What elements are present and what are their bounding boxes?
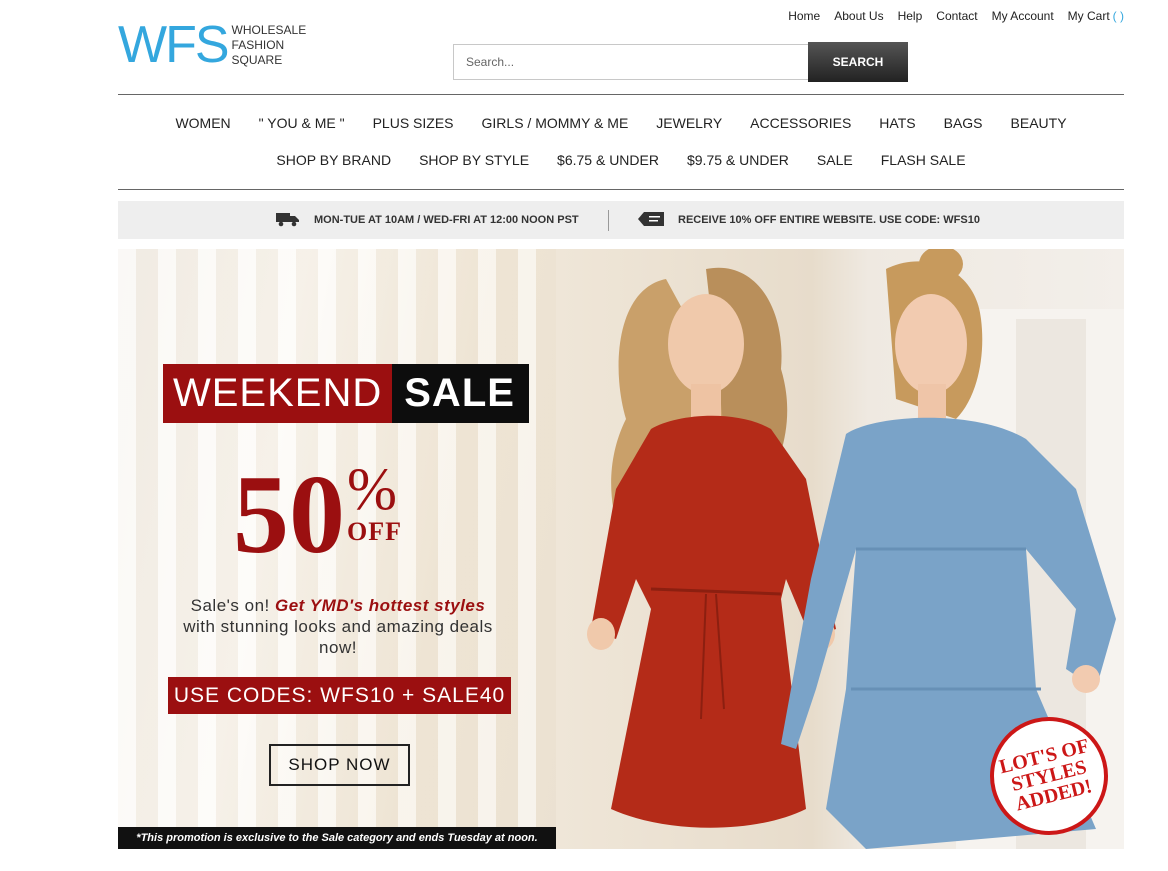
- nav-under-975[interactable]: $9.75 & UNDER: [687, 152, 789, 168]
- promo-disclaimer: *This promotion is exclusive to the Sale…: [118, 827, 556, 849]
- logo-line: SQUARE: [231, 52, 283, 67]
- nav-you-and-me[interactable]: " YOU & ME ": [259, 115, 345, 131]
- nav-plus-sizes[interactable]: PLUS SIZES: [373, 115, 454, 131]
- nav-shop-by-style[interactable]: SHOP BY STYLE: [419, 152, 529, 168]
- weekend-sale-heading: WEEKEND SALE: [163, 364, 529, 423]
- logo-line: WHOLESALE: [231, 22, 307, 37]
- cart-count: ( ): [1112, 9, 1124, 23]
- logo-line: FASHION: [231, 37, 285, 52]
- info-divider: [608, 210, 609, 231]
- top-links: Home About Us Help Contact My Account My…: [788, 9, 1124, 23]
- shipping-info: MON-TUE AT 10AM / WED-FRI AT 12:00 NOON …: [276, 211, 579, 230]
- home-link[interactable]: Home: [788, 9, 820, 23]
- percent-suffix: % OFF: [347, 459, 402, 545]
- tagline-end: with stunning looks and amazing deals no…: [183, 617, 493, 657]
- off-label: OFF: [347, 517, 402, 546]
- promo-tagline: Sale's on! Get YMD's hottest styles with…: [178, 595, 498, 658]
- logo-text: WHOLESALE FASHION SQUARE: [232, 23, 307, 68]
- nav-shop-by-brand[interactable]: SHOP BY BRAND: [276, 152, 391, 168]
- discount-percent: 50 % OFF: [233, 459, 402, 571]
- nav-flash-sale[interactable]: FLASH SALE: [881, 152, 966, 168]
- shipping-text: MON-TUE AT 10AM / WED-FRI AT 12:00 NOON …: [314, 214, 579, 226]
- nav-under-675[interactable]: $6.75 & UNDER: [557, 152, 659, 168]
- my-cart-label: My Cart: [1067, 9, 1110, 23]
- info-bar: MON-TUE AT 10AM / WED-FRI AT 12:00 NOON …: [118, 201, 1124, 239]
- hero-banner[interactable]: WEEKEND SALE 50 % OFF Sale's on! Get YMD…: [118, 249, 1124, 849]
- nav-hats[interactable]: HATS: [879, 115, 915, 131]
- my-cart-link[interactable]: My Cart( ): [1068, 9, 1124, 23]
- nav-beauty[interactable]: BEAUTY: [1011, 115, 1067, 131]
- nav-sale[interactable]: SALE: [817, 152, 853, 168]
- percent-value: 50: [233, 453, 345, 577]
- header-divider: [118, 94, 1124, 95]
- contact-link[interactable]: Contact: [936, 9, 977, 23]
- search-bar: SEARCH: [453, 42, 908, 82]
- nav-jewelry[interactable]: JEWELRY: [656, 115, 722, 131]
- help-link[interactable]: Help: [898, 9, 923, 23]
- main-nav-row-2: SHOP BY BRAND SHOP BY STYLE $6.75 & UNDE…: [118, 152, 1124, 168]
- nav-women[interactable]: WOMEN: [175, 115, 230, 131]
- main-nav-row-1: WOMEN " YOU & ME " PLUS SIZES GIRLS / MO…: [118, 115, 1124, 131]
- search-input[interactable]: [453, 44, 808, 80]
- discount-info: RECEIVE 10% OFF ENTIRE WEBSITE. USE CODE…: [638, 211, 980, 229]
- shop-now-button[interactable]: SHOP NOW: [269, 744, 410, 786]
- nav-girls-mommy-me[interactable]: GIRLS / MOMMY & ME: [482, 115, 629, 131]
- weekend-label: WEEKEND: [163, 364, 393, 423]
- promo-panel: WEEKEND SALE 50 % OFF Sale's on! Get YMD…: [118, 249, 556, 849]
- tagline-start: Sale's on!: [190, 596, 275, 615]
- percent-sign: %: [347, 456, 397, 522]
- tagline-highlight: Get YMD's hottest styles: [275, 596, 486, 615]
- discount-text: RECEIVE 10% OFF ENTIRE WEBSITE. USE CODE…: [678, 214, 980, 226]
- search-button[interactable]: SEARCH: [808, 42, 908, 82]
- nav-divider: [118, 189, 1124, 190]
- truck-icon: [276, 211, 300, 230]
- coupon-tag-icon: [638, 211, 664, 229]
- sale-label: SALE: [392, 364, 529, 423]
- my-account-link[interactable]: My Account: [992, 9, 1054, 23]
- nav-bags[interactable]: BAGS: [944, 115, 983, 131]
- about-us-link[interactable]: About Us: [834, 9, 883, 23]
- promo-codes: USE CODES: WFS10 + SALE40: [168, 677, 511, 714]
- logo-mark: WFS: [118, 16, 230, 74]
- nav-accessories[interactable]: ACCESSORIES: [750, 115, 851, 131]
- site-logo[interactable]: WFS WHOLESALE FASHION SQUARE: [118, 16, 307, 74]
